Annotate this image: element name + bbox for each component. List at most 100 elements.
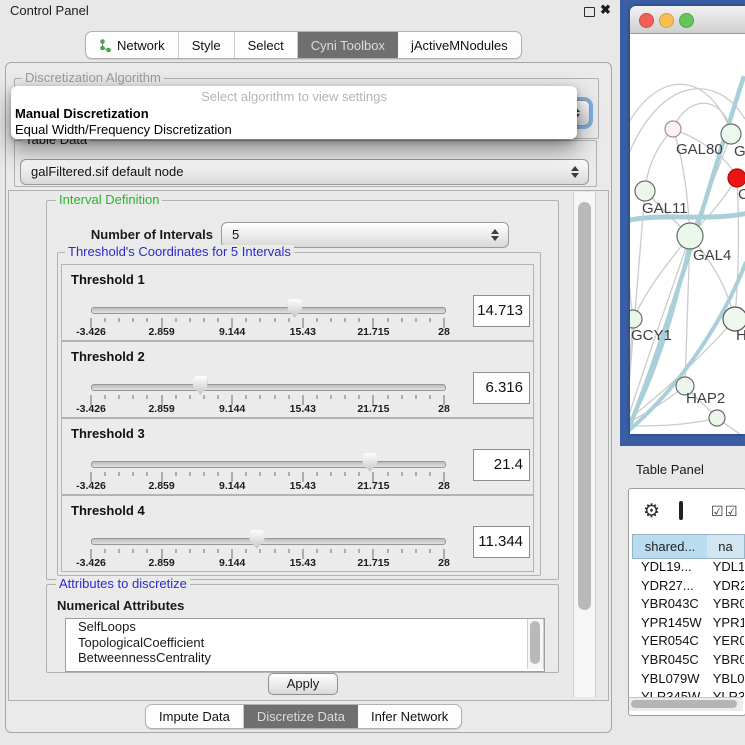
mac-minimize-icon[interactable] xyxy=(659,13,674,28)
slider-track[interactable] xyxy=(91,307,446,314)
table-row[interactable]: YBL079WYBL0 xyxy=(632,671,744,690)
tab-label: Cyni Toolbox xyxy=(311,38,385,53)
tab-discretize-data[interactable]: Discretize Data xyxy=(244,705,358,728)
column-header-name[interactable]: na xyxy=(707,534,745,559)
cell-shared-name: YER054C xyxy=(632,633,713,652)
cell-shared-name: YDL19... xyxy=(632,559,713,578)
network-node[interactable] xyxy=(677,223,703,249)
network-node-label: GAL4 xyxy=(693,247,731,264)
algorithm-hint: Select algorithm to view settings xyxy=(11,86,577,106)
table-data-value: galFiltered.sif default node xyxy=(31,160,183,184)
slider-thumb-icon[interactable] xyxy=(193,376,208,395)
table-row[interactable]: YBR045CYBR0 xyxy=(632,652,744,671)
threshold-label: Threshold 4 xyxy=(71,503,145,518)
table-row[interactable]: YLR345WYLR3 xyxy=(632,689,744,697)
panel-scrollbar-thumb[interactable] xyxy=(578,202,591,610)
attribute-list-item[interactable]: TopologicalCoefficient xyxy=(66,635,544,651)
network-node[interactable] xyxy=(709,410,725,426)
threshold-label: Threshold 2 xyxy=(71,349,145,364)
network-node-label: HAP2 xyxy=(686,390,725,407)
algorithm-option[interactable]: Manual Discretization xyxy=(11,106,577,122)
panel-scrollbar[interactable] xyxy=(573,192,596,697)
cell-name: YER0 xyxy=(713,633,744,652)
stepper-icon xyxy=(571,166,579,178)
threshold-slider[interactable] xyxy=(91,461,444,466)
network-node[interactable] xyxy=(728,169,745,187)
cell-name: YBR0 xyxy=(713,596,744,615)
table-row[interactable]: YER054CYER0 xyxy=(632,633,744,652)
table-row[interactable]: YPR145WYPR1 xyxy=(632,615,744,634)
cell-name: YLR3 xyxy=(713,689,744,697)
column-layout-icon[interactable] xyxy=(679,501,683,520)
attribute-list-item[interactable]: SelfLoops xyxy=(66,619,544,635)
threshold-label: Threshold 1 xyxy=(71,272,145,287)
stepper-icon xyxy=(491,229,499,241)
top-tab-bar: NetworkStyleSelect Cyni Toolbox jActiveMNo… xyxy=(85,31,522,59)
mac-close-icon[interactable] xyxy=(639,13,654,28)
network-edge[interactable] xyxy=(630,229,633,319)
slider-tick-labels: -3.4262.8599.14415.4321.71528 xyxy=(91,480,444,492)
attributes-scrollbar[interactable] xyxy=(527,619,544,669)
network-canvas[interactable]: GAL80GAGAL11CGAL4GCY1HHAP2 xyxy=(630,34,745,434)
threshold-value-field[interactable]: 21.4 xyxy=(473,449,530,481)
network-node[interactable] xyxy=(665,121,681,137)
slider-track[interactable] xyxy=(91,384,446,391)
tab-style[interactable]: Style xyxy=(179,32,235,58)
table-settings-gear-icon[interactable]: ⚙ xyxy=(643,502,660,521)
network-node[interactable] xyxy=(630,310,642,328)
mac-zoom-icon[interactable] xyxy=(679,13,694,28)
tab-infer-network[interactable]: Infer Network xyxy=(358,705,461,728)
cell-shared-name: YBL079W xyxy=(632,671,713,690)
table-rows[interactable]: YDL19...YDL1YDR27...YDR2YBR043CYBR0YPR14… xyxy=(632,559,744,697)
table-row[interactable]: YDL19...YDL1 xyxy=(632,559,744,578)
threshold-slider[interactable] xyxy=(91,384,444,389)
tab-impute-data[interactable]: Impute Data xyxy=(146,705,244,728)
cell-name: YBL0 xyxy=(713,671,744,690)
table-row[interactable]: YDR27...YDR2 xyxy=(632,578,744,597)
network-node[interactable] xyxy=(721,124,741,144)
table-hscrollbar[interactable] xyxy=(629,697,743,711)
checkbox-checked-icon[interactable]: ☑ xyxy=(725,504,738,518)
cell-shared-name: YLR345W xyxy=(632,689,713,697)
float-window-icon[interactable] xyxy=(584,7,595,17)
cell-shared-name: YBR045C xyxy=(632,652,713,671)
algorithm-options: Manual DiscretizationEqual Width/Frequen… xyxy=(11,106,577,138)
tab-select[interactable]: Select xyxy=(235,32,298,58)
threshold-row: Threshold 2-3.4262.8599.14415.4321.71528… xyxy=(61,341,534,418)
table-row[interactable]: YBR043CYBR0 xyxy=(632,596,744,615)
network-node-label: H xyxy=(736,327,745,344)
cell-name: YBR0 xyxy=(713,652,744,671)
network-node-label: GAL11 xyxy=(642,200,688,217)
numerical-attributes-label: Numerical Attributes xyxy=(57,598,184,613)
threshold-label: Threshold 3 xyxy=(71,426,145,441)
network-node-label: GA xyxy=(734,143,745,160)
numerical-attributes-list[interactable]: SelfLoopsTopologicalCoefficientBetweenne… xyxy=(65,618,545,672)
threshold-slider[interactable] xyxy=(91,538,444,543)
attributes-group-title: Attributes to discretize xyxy=(56,577,190,590)
close-icon[interactable]: ✖ xyxy=(600,2,611,18)
table-hscrollbar-thumb[interactable] xyxy=(631,700,737,708)
threshold-value-field[interactable]: 6.316 xyxy=(473,372,530,404)
network-node[interactable] xyxy=(635,181,655,201)
threshold-slider[interactable] xyxy=(91,307,444,312)
slider-thumb-icon[interactable] xyxy=(362,453,377,472)
tab-jactivemnodules[interactable]: jActiveMNodules xyxy=(398,32,521,58)
slider-track[interactable] xyxy=(91,461,446,468)
threshold-value-field[interactable]: 11.344 xyxy=(473,526,530,558)
cell-name: YDR2 xyxy=(713,578,744,597)
threshold-value-field[interactable]: 14.713 xyxy=(473,295,530,327)
tab-cyni-toolbox[interactable]: Cyni Toolbox xyxy=(298,32,398,58)
tab-network[interactable]: Network xyxy=(86,32,179,58)
column-header-shared-name[interactable]: shared... xyxy=(632,534,708,559)
tab-label: Impute Data xyxy=(159,709,230,724)
apply-button[interactable]: Apply xyxy=(268,673,338,695)
attributes-scrollbar-thumb[interactable] xyxy=(530,621,540,664)
bottom-tab-bar: Impute Data Discretize DataInfer Network xyxy=(145,704,462,729)
attribute-list-item[interactable]: BetweennessCentrality xyxy=(66,650,544,666)
table-data-combobox[interactable]: galFiltered.sif default node xyxy=(20,159,589,185)
slider-thumb-icon[interactable] xyxy=(287,299,302,318)
slider-track[interactable] xyxy=(91,538,446,545)
checkbox-checked-icon[interactable]: ☑ xyxy=(711,504,724,518)
slider-thumb-icon[interactable] xyxy=(249,530,264,549)
algorithm-option[interactable]: Equal Width/Frequency Discretization xyxy=(11,122,577,138)
